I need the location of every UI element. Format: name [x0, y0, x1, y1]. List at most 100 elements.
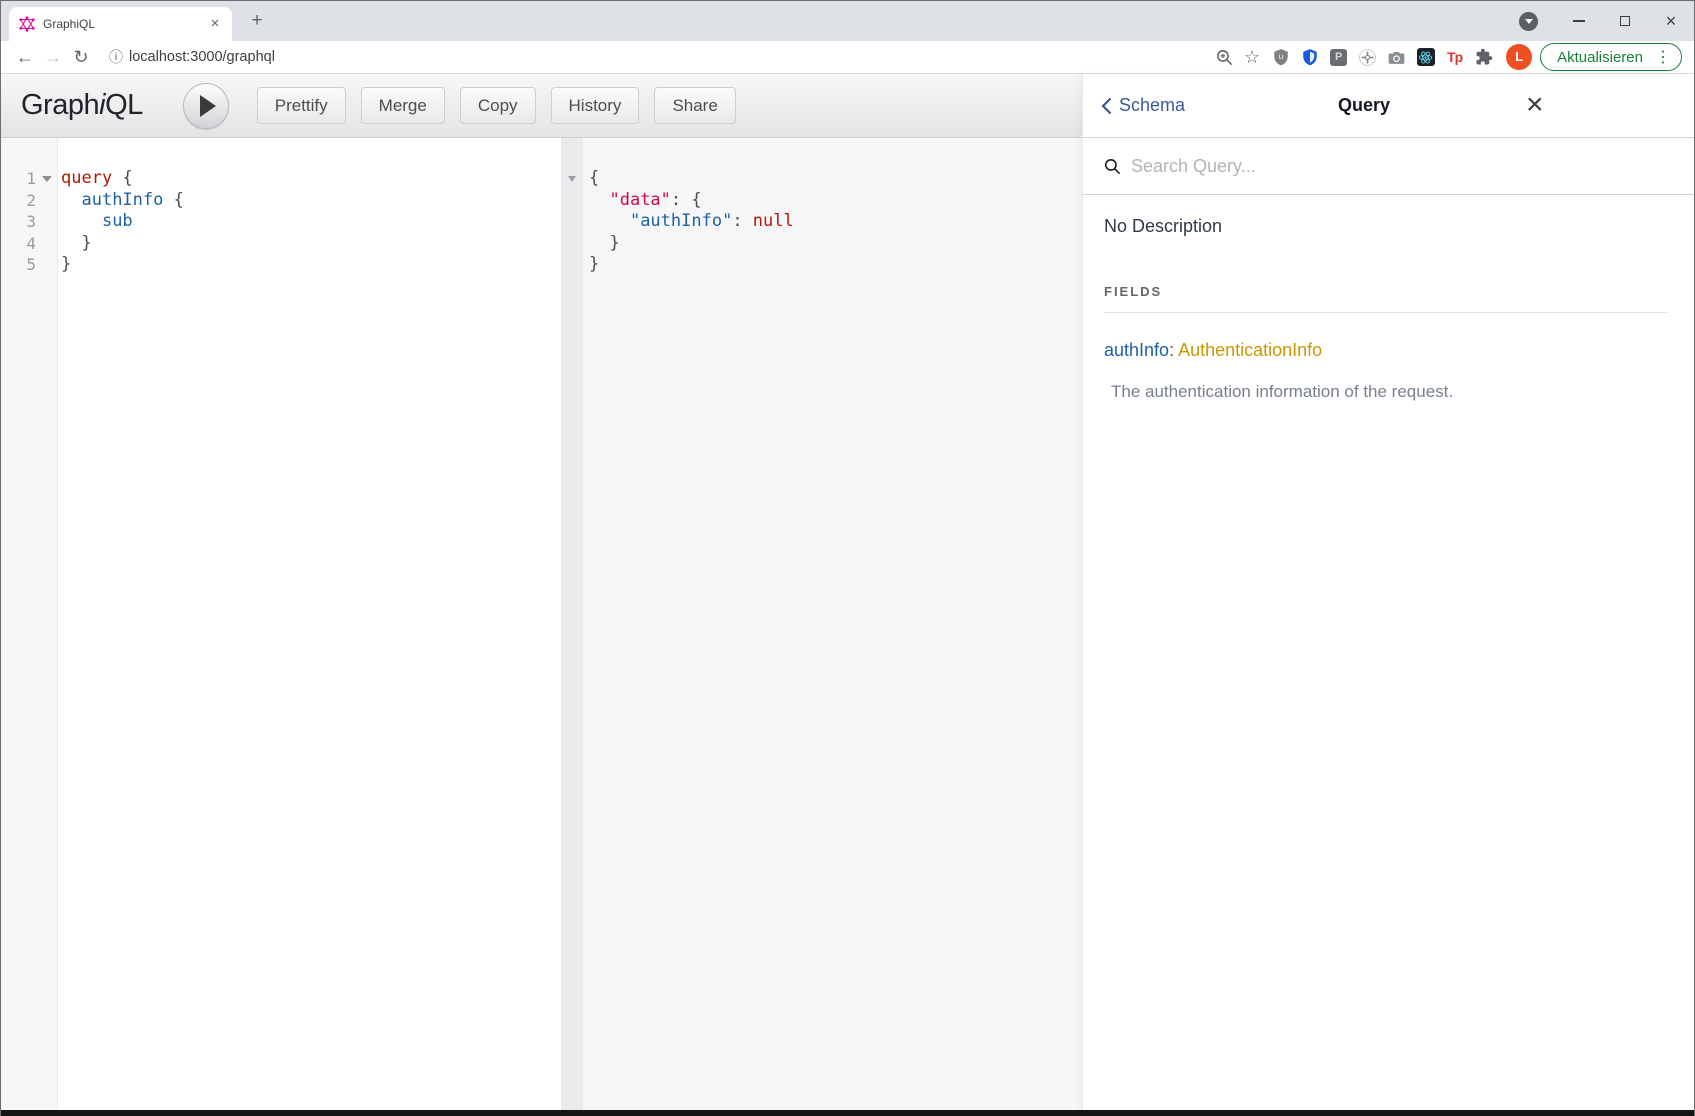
browser-toolbar: ← → ↻ ⓘ localhost:3000/graphql ☆ U P	[1, 41, 1694, 74]
window-bottom-edge	[1, 1110, 1694, 1116]
field-type-link[interactable]: AuthenticationInfo	[1178, 340, 1322, 360]
gutter-row: 3	[1, 211, 57, 233]
gutter-row	[561, 233, 583, 255]
code-line: sub	[61, 211, 561, 233]
zoom-icon[interactable]	[1210, 48, 1238, 67]
doc-back-label: Schema	[1119, 95, 1185, 116]
shield-badge-letter: U	[1278, 54, 1283, 61]
profile-avatar[interactable]: L	[1506, 44, 1532, 70]
code-line: "authInfo": null	[589, 211, 1082, 233]
doc-back-button[interactable]: Schema	[1101, 95, 1185, 116]
extensions-puzzle-icon[interactable]	[1469, 48, 1498, 66]
execute-query-button[interactable]	[183, 83, 229, 129]
gutter-row: 2	[1, 190, 57, 212]
query-editor-code[interactable]: query { authInfo { sub }}	[58, 138, 561, 1110]
graphiql-topbar: GraphiQL Prettify Merge Copy History Sha…	[1, 74, 1082, 138]
line-number: 3	[1, 211, 39, 233]
code-line: }	[589, 233, 1082, 255]
doc-explorer-panel: Schema Query × No Description FIELDS aut…	[1082, 74, 1694, 1110]
field-separator: :	[1169, 340, 1178, 360]
result-fold-gutter	[561, 138, 583, 1110]
line-number: 5	[1, 254, 39, 276]
code-line: authInfo {	[61, 190, 561, 212]
code-line: {	[589, 168, 1082, 190]
code-line: "data": {	[589, 190, 1082, 212]
fold-arrow-icon[interactable]	[39, 176, 55, 182]
result-code: { "data": { "authInfo": null }}	[583, 138, 1082, 1110]
tp-extension-icon[interactable]: Tp	[1440, 49, 1469, 65]
doc-close-icon[interactable]: ×	[1526, 88, 1544, 122]
field-name-link[interactable]: authInfo	[1104, 340, 1169, 360]
doc-content: No Description FIELDS authInfo: Authenti…	[1083, 195, 1694, 1110]
update-button-label: Aktualisieren	[1557, 49, 1643, 66]
window-close-button[interactable]: ×	[1648, 1, 1694, 41]
play-icon	[200, 95, 216, 117]
chevron-down-icon	[1525, 19, 1533, 24]
gutter-row	[561, 211, 583, 233]
line-number: 2	[1, 190, 39, 212]
p-badge: P	[1330, 49, 1347, 66]
window-maximize-button[interactable]	[1602, 1, 1648, 41]
copy-button[interactable]: Copy	[460, 87, 536, 124]
tp-badge: Tp	[1447, 49, 1462, 65]
camera-extension-icon[interactable]	[1382, 48, 1411, 67]
query-editor-gutter: 12345	[1, 138, 58, 1110]
maximize-icon	[1620, 16, 1630, 26]
minimize-icon	[1573, 20, 1585, 22]
gutter-row	[561, 190, 583, 212]
gutter-row: 4	[1, 233, 57, 255]
tab-title: GraphiQL	[43, 17, 206, 31]
doc-explorer-header: Schema Query ×	[1083, 74, 1694, 138]
result-viewer: { "data": { "authInfo": null }}	[561, 138, 1082, 1110]
browser-window: GraphiQL × + × ← → ↻ ⓘ localhost:3000/gr…	[0, 0, 1695, 1116]
field-row: authInfo: AuthenticationInfo	[1104, 340, 1668, 361]
share-button[interactable]: Share	[654, 87, 735, 124]
ublock-extension-icon[interactable]: U	[1266, 48, 1295, 66]
code-line: }	[61, 233, 561, 255]
site-info-icon[interactable]: ⓘ	[109, 47, 123, 67]
tab-close-icon[interactable]: ×	[206, 15, 224, 33]
graphql-favicon-icon	[19, 16, 35, 32]
code-line: }	[589, 254, 1082, 276]
bitwarden-extension-icon[interactable]	[1295, 48, 1324, 66]
window-minimize-button[interactable]	[1556, 1, 1602, 41]
code-line: }	[61, 254, 561, 276]
tab-strip: GraphiQL × + ×	[1, 1, 1694, 41]
react-devtools-extension-icon[interactable]	[1411, 48, 1440, 66]
p-extension-icon[interactable]: P	[1324, 49, 1353, 66]
fold-arrow-icon[interactable]	[561, 176, 583, 182]
result-pane: { "data": { "authInfo": null }}	[561, 138, 1082, 1110]
bookmark-star-icon[interactable]: ☆	[1238, 47, 1266, 68]
doc-title: Query	[1338, 95, 1390, 116]
gutter-row: 1	[1, 168, 57, 190]
gutter-row	[561, 254, 583, 276]
gutter-row	[561, 168, 583, 190]
tab-search-button[interactable]	[1519, 12, 1538, 31]
query-editor[interactable]: 12345 query { authInfo { sub }}	[1, 138, 561, 1110]
forward-icon[interactable]: →	[39, 47, 67, 68]
graphiql-logo: GraphiQL	[21, 89, 143, 122]
new-tab-button[interactable]: +	[244, 8, 270, 34]
field-description: The authentication information of the re…	[1104, 382, 1668, 402]
line-number: 1	[1, 168, 39, 190]
chevron-left-icon	[1101, 97, 1112, 115]
history-button[interactable]: History	[551, 87, 640, 124]
gutter-row: 5	[1, 254, 57, 276]
react-atom-icon	[1417, 48, 1435, 66]
fields-divider	[1104, 312, 1668, 313]
merge-button[interactable]: Merge	[361, 87, 445, 124]
address-bar[interactable]: localhost:3000/graphql	[129, 49, 1210, 65]
line-number: 4	[1, 233, 39, 255]
prettify-button[interactable]: Prettify	[257, 87, 346, 124]
type-description: No Description	[1104, 216, 1668, 237]
crosshair-extension-icon[interactable]	[1353, 48, 1382, 67]
browser-menu-kebab-icon[interactable]: ⋮	[1655, 47, 1671, 67]
back-icon[interactable]: ←	[11, 47, 39, 68]
reload-icon[interactable]: ↻	[67, 47, 95, 68]
doc-search-input[interactable]	[1131, 156, 1551, 177]
doc-search-row	[1083, 138, 1694, 195]
search-icon	[1103, 157, 1122, 176]
code-line: query {	[61, 168, 561, 190]
browser-tab[interactable]: GraphiQL ×	[9, 7, 232, 41]
update-browser-button[interactable]: Aktualisieren ⋮	[1540, 43, 1682, 71]
